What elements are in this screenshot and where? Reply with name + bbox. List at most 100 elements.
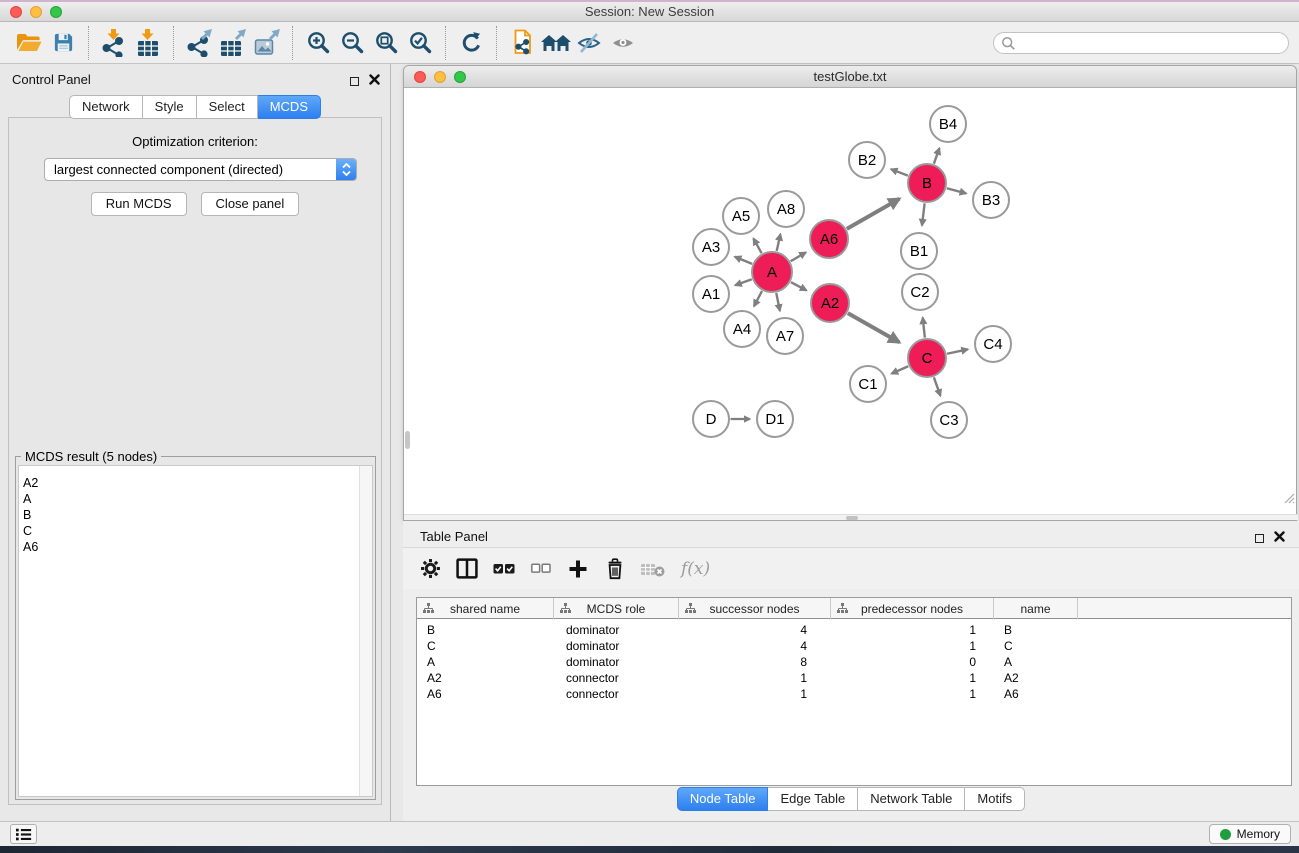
close-table-panel-icon[interactable] [1274,529,1285,547]
node-B3[interactable]: B3 [973,182,1009,218]
memory-button[interactable]: Memory [1209,824,1291,844]
export-table-icon[interactable] [216,27,250,59]
add-column-icon[interactable] [567,555,589,583]
column-header-successor-nodes[interactable]: successor nodes [679,598,831,619]
node-A3[interactable]: A3 [693,229,729,265]
table-cell[interactable]: dominator [554,622,679,638]
column-header-shared-name[interactable]: shared name [417,598,554,619]
edge-C-C2[interactable] [923,318,925,338]
table-cell[interactable]: 1 [679,686,831,702]
node-A5[interactable]: A5 [723,198,759,234]
table-cell[interactable]: C [417,638,554,654]
export-image-icon[interactable] [250,27,284,59]
node-A7[interactable]: A7 [767,318,803,354]
table-settings-gear-icon[interactable] [419,555,441,583]
zoom-selected-icon[interactable] [403,27,437,59]
network-window-titlebar[interactable]: testGlobe.txt [404,66,1296,88]
edge-A-A5[interactable] [753,238,761,253]
node-C1[interactable]: C1 [850,366,886,402]
node-A1[interactable]: A1 [693,276,729,312]
canvas-vscroll-thumb[interactable] [405,431,410,449]
edge-A-A2[interactable] [791,282,807,290]
zoom-fit-icon[interactable] [369,27,403,59]
import-network-icon[interactable] [97,27,131,59]
node-A[interactable]: A [752,252,792,292]
tab-motifs[interactable]: Motifs [965,787,1025,811]
mcds-result-item[interactable]: A6 [23,539,372,555]
close-panel-icon[interactable] [369,72,380,90]
table-cell[interactable]: A6 [994,686,1078,702]
table-row[interactable]: A2connector11A2 [417,670,1291,686]
node-C[interactable]: C [908,339,946,377]
node-A6[interactable]: A6 [810,220,848,258]
node-D[interactable]: D [693,401,729,437]
show-columns-icon[interactable] [456,555,478,583]
tab-network-table[interactable]: Network Table [858,787,965,811]
open-file-icon[interactable] [12,27,46,59]
node-B1[interactable]: B1 [901,233,937,269]
export-network-icon[interactable] [182,27,216,59]
node-B2[interactable]: B2 [849,142,885,178]
edge-A-A7[interactable] [776,293,780,311]
table-cell[interactable]: 8 [679,654,831,670]
edge-A-A8[interactable] [777,234,781,251]
import-table-icon[interactable] [131,27,165,59]
node-B4[interactable]: B4 [930,106,966,142]
window-resize-grip[interactable] [1282,491,1295,509]
canvas-hscroll[interactable] [404,514,1298,520]
canvas-hscroll-thumb[interactable] [846,516,858,520]
select-all-icon[interactable] [493,555,515,583]
criterion-select[interactable]: largest connected component (directed) [44,158,357,181]
table-cell[interactable]: 1 [831,622,994,638]
mcds-result-item[interactable]: B [23,507,372,523]
node-A4[interactable]: A4 [724,311,760,347]
tab-network[interactable]: Network [69,95,143,119]
table-cell[interactable]: 1 [679,670,831,686]
node-C3[interactable]: C3 [931,402,967,438]
edge-A6-B[interactable] [847,199,900,229]
table-row[interactable]: Adominator80A [417,654,1291,670]
float-panel-icon[interactable] [350,77,359,86]
edge-A-A4[interactable] [754,291,762,306]
search-input[interactable] [993,32,1289,54]
edge-A-A3[interactable] [735,257,752,264]
table-cell[interactable]: connector [554,686,679,702]
column-header-name[interactable]: name [994,598,1078,619]
edge-C-C4[interactable] [947,349,968,353]
show-eye-icon[interactable] [607,27,641,59]
edge-A-A1[interactable] [735,279,752,285]
table-cell[interactable]: 1 [831,686,994,702]
edge-B-B4[interactable] [934,148,940,163]
table-cell[interactable]: 0 [831,654,994,670]
node-C4[interactable]: C4 [975,326,1011,362]
node-A8[interactable]: A8 [768,191,804,227]
table-cell[interactable]: B [417,622,554,638]
edge-B-B3[interactable] [947,188,966,193]
edge-B-B2[interactable] [891,169,908,175]
node-C2[interactable]: C2 [902,274,938,310]
tab-mcds[interactable]: MCDS [258,95,321,119]
tab-style[interactable]: Style [143,95,197,119]
column-header-MCDS-role[interactable]: MCDS role [554,598,679,619]
table-cell[interactable]: A6 [417,686,554,702]
new-session-from-network-icon[interactable] [505,27,539,59]
table-cell[interactable]: A2 [994,670,1078,686]
node-A2[interactable]: A2 [811,284,849,322]
table-cell[interactable]: 1 [831,670,994,686]
hide-eye-icon[interactable] [573,27,607,59]
task-history-button[interactable] [10,824,37,844]
table-cell[interactable]: dominator [554,638,679,654]
table-cell[interactable]: C [994,638,1078,654]
run-mcds-button[interactable]: Run MCDS [91,192,187,216]
delete-column-trash-icon[interactable] [604,555,626,583]
table-cell[interactable]: A [994,654,1078,670]
node-B[interactable]: B [908,164,946,202]
table-cell[interactable]: dominator [554,654,679,670]
result-scrollbar[interactable] [359,466,372,796]
table-cell[interactable]: A2 [417,670,554,686]
network-canvas[interactable]: AA1A2A3A4A5A6A7A8BB1B2B3B4CC1C2C3C4DD1 [404,88,1296,516]
edge-A2-C[interactable] [848,313,900,342]
float-table-panel-icon[interactable] [1255,534,1264,543]
table-cell[interactable]: 4 [679,622,831,638]
tab-edge-table[interactable]: Edge Table [768,787,858,811]
